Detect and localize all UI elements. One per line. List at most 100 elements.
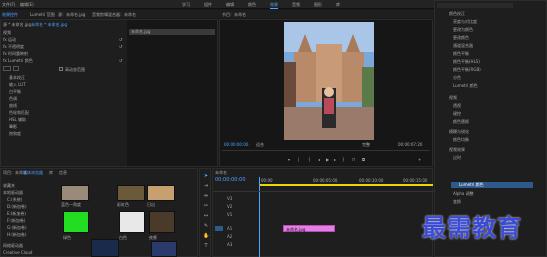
ec-prop[interactable]: 色调 — [9, 96, 17, 101]
tree-item[interactable]: 收藏夹 — [3, 183, 15, 188]
effect-item[interactable]: Alpha 调整 — [453, 191, 474, 196]
track-label-v1[interactable]: V1 — [227, 212, 232, 217]
ec-prop[interactable]: 白平衡 — [9, 89, 21, 94]
ec-lumetri[interactable]: fx Lumetri 颜色 — [3, 58, 33, 63]
effect-item[interactable]: 颜色平衡 — [453, 51, 469, 56]
mark-in-icon[interactable]: ▾ — [288, 157, 290, 162]
timeline-timecode[interactable]: 00:00:00:00 — [215, 177, 246, 183]
effect-item[interactable]: 颜色平衡(RGB) — [453, 67, 481, 72]
tree-item[interactable]: 网络驱动器 — [3, 243, 23, 248]
effect-item[interactable]: 亮度与对比度 — [453, 19, 477, 24]
tree-item[interactable]: Creative Cloud — [3, 250, 32, 255]
ec-motion[interactable]: fx 运动 — [3, 37, 16, 42]
step-back-frame-icon[interactable]: ◂ — [318, 157, 320, 162]
media-thumb[interactable] — [91, 239, 119, 257]
lift-icon[interactable]: ⊓ — [352, 157, 355, 162]
effect-item[interactable]: 颜色平衡(HLS) — [453, 59, 480, 64]
playhead[interactable] — [259, 177, 260, 257]
work-area-bar[interactable] — [259, 184, 433, 186]
program-timecode[interactable]: 00:00:00:00 — [224, 142, 248, 147]
ec-prop[interactable]: 基本校正 — [9, 75, 25, 80]
media-thumb[interactable] — [61, 185, 89, 201]
media-thumb[interactable] — [147, 185, 175, 201]
ec-prop[interactable]: HSL 辅助 — [9, 117, 26, 122]
tab-libraries[interactable]: 库 — [49, 170, 53, 175]
tab-lumetri-scopes[interactable]: Lumetri 范围 — [30, 12, 55, 17]
effect-item[interactable]: 视频效果 — [449, 147, 465, 152]
effect-item[interactable]: 颜色校正 — [449, 11, 465, 16]
reset-icon[interactable]: ↺ — [119, 58, 122, 63]
track-label-v3[interactable]: V3 — [227, 196, 232, 201]
workspace-graphics[interactable]: 图形 — [314, 2, 322, 7]
workspace-audio[interactable]: 音频 — [292, 2, 300, 7]
media-thumb[interactable] — [117, 185, 145, 201]
tab-program[interactable]: 节目：未命名 — [222, 12, 246, 17]
ec-sequence[interactable]: 未命名 * 未命名.jpg — [31, 22, 67, 27]
tree-item[interactable]: G:(新加卷) — [7, 225, 27, 230]
effects-search-input[interactable] — [437, 3, 513, 8]
effect-item[interactable]: 变换 — [453, 199, 461, 204]
go-out-icon[interactable]: } — [342, 157, 345, 162]
workspace-learn[interactable]: 学习 — [182, 2, 190, 7]
ec-time-remap[interactable]: fx 时间重映射 — [3, 51, 28, 56]
ripple-edit-icon[interactable]: ⇹ — [203, 193, 209, 199]
workspace-color[interactable]: 颜色 — [248, 2, 256, 7]
reset-icon[interactable]: ↺ — [119, 44, 122, 49]
media-thumb[interactable] — [119, 211, 145, 233]
track-select-icon[interactable]: ⇥ — [203, 183, 209, 189]
go-in-icon[interactable]: { — [308, 157, 311, 162]
step-forward-icon[interactable]: ▸ — [334, 157, 336, 162]
media-thumb[interactable] — [151, 241, 177, 257]
hand-tool-icon[interactable]: ✋ — [203, 233, 209, 239]
tree-item[interactable]: D:(新加卷) — [7, 204, 27, 209]
export-frame-icon[interactable]: ◘ — [362, 157, 365, 162]
track-label-a2[interactable]: A2 — [227, 234, 232, 239]
mask-rect-icon[interactable] — [13, 66, 19, 71]
track-label-a1[interactable]: A1 — [227, 226, 232, 231]
type-tool-icon[interactable]: T — [203, 243, 209, 249]
workspace-effects[interactable]: 效果 — [270, 2, 278, 9]
tree-item[interactable]: C:(系统) — [7, 197, 22, 202]
timeline-title[interactable]: 未命名 — [215, 170, 227, 175]
hdr-checkbox[interactable] — [59, 67, 63, 71]
timeline-clip[interactable]: 未命名.jpg — [283, 225, 335, 232]
add-button-icon[interactable]: + — [418, 157, 421, 162]
play-icon[interactable]: ▶ — [326, 157, 329, 162]
ec-opacity[interactable]: fx 不透明度 — [3, 44, 24, 49]
track-label-a3[interactable]: A3 — [227, 242, 232, 247]
ec-prop[interactable]: 曲线 — [9, 103, 17, 108]
effect-item[interactable]: 颜色替换 — [453, 119, 469, 124]
ec-clip-bar[interactable]: 未命名.jpg — [129, 29, 215, 35]
tree-item[interactable]: 本地驱动器 — [3, 190, 23, 195]
effect-item[interactable]: 视频 — [449, 95, 457, 100]
track-label-v2[interactable]: V2 — [227, 204, 232, 209]
tab-source[interactable]: 源：未命名.jpg — [58, 12, 85, 17]
selection-tool-icon[interactable]: ➤ — [203, 173, 209, 179]
fit-dropdown[interactable]: 适合 — [256, 142, 264, 147]
track-target-a1[interactable] — [215, 226, 223, 231]
pen-tool-icon[interactable]: ✎ — [203, 223, 209, 229]
media-thumb[interactable] — [149, 211, 175, 233]
menu-edit[interactable]: 编辑(E) — [20, 2, 34, 7]
quality-dropdown[interactable]: 完整 — [362, 142, 370, 147]
effect-item[interactable]: 分色 — [453, 75, 461, 80]
slip-tool-icon[interactable]: ↔ — [203, 213, 209, 219]
ec-prop[interactable]: 晕影 — [9, 124, 17, 129]
effect-item[interactable]: 颜色均衡 — [453, 137, 469, 142]
ec-prop[interactable]: 饱和度 — [9, 131, 21, 136]
tree-item[interactable]: H:(新加卷) — [7, 232, 26, 237]
effect-item[interactable]: 过时 — [453, 155, 461, 160]
tab-effect-controls[interactable]: 效果控件 — [2, 12, 18, 17]
mask-ellipse-icon[interactable] — [3, 66, 11, 71]
tree-item[interactable]: F:(新加卷) — [7, 218, 25, 223]
effect-item[interactable]: 更改为颜色 — [453, 27, 473, 32]
razor-tool-icon[interactable]: ✂ — [203, 203, 209, 209]
tab-audio-mixer[interactable]: 音频剪辑混合器：未命名 — [92, 12, 136, 17]
effect-item[interactable]: 键控 — [453, 111, 461, 116]
effect-item-selected[interactable]: Lumetri 颜色 — [451, 182, 533, 188]
effect-item[interactable]: Lumetri 颜色 — [453, 83, 478, 88]
effect-item[interactable]: 透视 — [453, 103, 461, 108]
tree-item[interactable]: E:(新加卷) — [7, 211, 26, 216]
reset-icon[interactable]: ↺ — [119, 37, 122, 42]
media-thumb[interactable] — [63, 211, 89, 233]
